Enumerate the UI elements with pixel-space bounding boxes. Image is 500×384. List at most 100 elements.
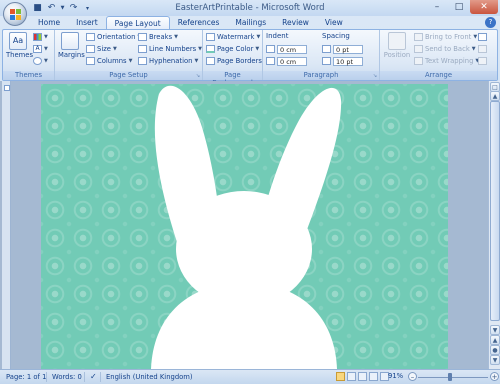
tab-review[interactable]: Review bbox=[274, 16, 317, 29]
hyphenation-button[interactable]: Hyphenation ▼ bbox=[138, 56, 198, 66]
position-label: Position bbox=[383, 51, 411, 59]
send-to-back-button[interactable]: Send to Back ▼ bbox=[414, 44, 476, 54]
paragraph-launcher-icon[interactable]: ↘ bbox=[372, 73, 378, 79]
orientation-button[interactable]: Orientation▼ bbox=[86, 32, 141, 42]
columns-label: Columns bbox=[97, 57, 127, 65]
page-setup-launcher-icon[interactable]: ↘ bbox=[195, 73, 201, 79]
breaks-button[interactable]: Breaks ▼ bbox=[138, 32, 178, 42]
text-wrapping-button[interactable]: Text Wrapping▼ bbox=[414, 56, 479, 66]
indent-right-input[interactable]: 0 cm bbox=[277, 56, 307, 66]
word-count[interactable]: Words: 0 bbox=[52, 373, 82, 381]
tab-home[interactable]: Home bbox=[30, 16, 68, 29]
scroll-up-icon[interactable]: ▲ bbox=[490, 91, 500, 101]
margins-icon bbox=[61, 32, 79, 50]
customize-qat-icon[interactable]: ▾ bbox=[82, 3, 93, 14]
page-color-icon bbox=[206, 45, 215, 53]
size-button[interactable]: Size ▼ bbox=[86, 44, 117, 54]
select-browse-object-icon[interactable]: ● bbox=[490, 345, 500, 355]
spacing-after-icon bbox=[322, 57, 331, 65]
minimize-button[interactable]: – bbox=[426, 0, 448, 14]
previous-page-icon[interactable]: ▲ bbox=[490, 335, 500, 345]
spacing-before-row: 0 pt bbox=[322, 44, 363, 54]
vertical-scrollbar[interactable]: □ ▲ ▼ ▲ ● ▼ bbox=[488, 81, 500, 369]
theme-colors-button[interactable]: ▼ bbox=[33, 32, 48, 42]
bring-to-front-button[interactable]: Bring to Front ▼ bbox=[414, 32, 477, 42]
tab-view[interactable]: View bbox=[317, 16, 351, 29]
scroll-thumb[interactable] bbox=[490, 101, 500, 321]
zoom-slider[interactable] bbox=[418, 377, 488, 378]
hyphenation-label: Hyphenation bbox=[149, 57, 193, 65]
spacing-header: Spacing bbox=[322, 32, 350, 40]
themes-group-label: Themes bbox=[3, 71, 54, 80]
document-page[interactable] bbox=[41, 84, 448, 369]
scroll-down-icon[interactable]: ▼ bbox=[490, 325, 500, 335]
zoom-out-icon[interactable]: – bbox=[408, 372, 417, 381]
redo-icon[interactable]: ↷ bbox=[68, 3, 79, 14]
maximize-button[interactable]: □ bbox=[448, 0, 470, 14]
page-background-group-label: Page Background bbox=[203, 71, 262, 87]
status-divider bbox=[84, 372, 85, 382]
status-bar: Page: 1 of 1 Words: 0 ✓ English (United … bbox=[0, 369, 500, 384]
close-button[interactable]: ✕ bbox=[470, 0, 498, 14]
page-color-button[interactable]: Page Color ▼ bbox=[206, 44, 259, 54]
page-setup-label: Page Setup bbox=[109, 71, 148, 79]
bring-to-front-label: Bring to Front bbox=[425, 33, 472, 41]
outline-view-icon[interactable] bbox=[369, 372, 378, 381]
tab-insert[interactable]: Insert bbox=[68, 16, 106, 29]
undo-dropdown-icon[interactable]: ▼ bbox=[60, 3, 65, 14]
margins-label: Margins bbox=[58, 51, 85, 59]
indent-left-icon bbox=[266, 45, 275, 53]
spacing-before-input[interactable]: 0 pt bbox=[333, 44, 363, 54]
watermark-icon bbox=[206, 33, 215, 41]
word-window: ■ ↶ ▼ ↷ ▾ EasterArtPrintable - Microsoft… bbox=[0, 0, 500, 384]
orientation-icon bbox=[86, 33, 95, 41]
indent-left-input[interactable]: 0 cm bbox=[277, 44, 307, 54]
group-button[interactable] bbox=[478, 44, 487, 54]
themes-button[interactable]: Aa Themes bbox=[6, 32, 33, 59]
page-color-label: Page Color bbox=[217, 45, 254, 53]
proofing-icon[interactable]: ✓ bbox=[90, 372, 97, 381]
title-bar: ■ ↶ ▼ ↷ ▾ EasterArtPrintable - Microsoft… bbox=[0, 0, 500, 16]
indent-left-row: 0 cm bbox=[266, 44, 307, 54]
next-page-icon[interactable]: ▼ bbox=[490, 355, 500, 365]
line-numbers-icon bbox=[138, 45, 147, 53]
office-button[interactable] bbox=[3, 2, 27, 26]
rotate-button[interactable] bbox=[478, 56, 487, 66]
position-button[interactable]: Position bbox=[382, 32, 412, 59]
tab-references[interactable]: References bbox=[170, 16, 228, 29]
page-borders-button[interactable]: Page Borders bbox=[206, 56, 262, 66]
tab-mailings[interactable]: Mailings bbox=[227, 16, 274, 29]
full-screen-reading-view-icon[interactable] bbox=[347, 372, 356, 381]
window-controls: – □ ✕ bbox=[426, 0, 498, 14]
page-setup-group: Margins Orientation▼ Size▼ Columns▼ Brea… bbox=[55, 30, 203, 80]
view-buttons bbox=[336, 372, 389, 381]
tab-page-layout[interactable]: Page Layout bbox=[105, 16, 170, 29]
save-icon[interactable]: ■ bbox=[32, 3, 43, 14]
indent-right-icon bbox=[266, 57, 275, 65]
line-numbers-label: Line Numbers bbox=[149, 45, 197, 53]
page-count[interactable]: Page: 1 of 1 bbox=[6, 373, 46, 381]
bunny-silhouette bbox=[151, 85, 342, 369]
theme-effects-button[interactable]: ▼ bbox=[33, 56, 48, 66]
web-layout-view-icon[interactable] bbox=[358, 372, 367, 381]
page-background-group: Watermark ▼ Page Color ▼ Page Borders Page… bbox=[203, 30, 263, 87]
themes-group: Aa Themes ▼ A ▼ ▼ Themes bbox=[3, 30, 55, 80]
help-icon[interactable]: ? bbox=[485, 17, 496, 28]
zoom-level[interactable]: 91% bbox=[388, 372, 403, 380]
line-numbers-button[interactable]: Line Numbers ▼ bbox=[138, 44, 202, 54]
watermark-button[interactable]: Watermark ▼ bbox=[206, 32, 260, 42]
theme-effects-icon bbox=[33, 57, 42, 65]
spacing-after-input[interactable]: 10 pt bbox=[333, 56, 363, 66]
columns-button[interactable]: Columns ▼ bbox=[86, 56, 132, 66]
size-icon bbox=[86, 45, 95, 53]
zoom-slider-thumb[interactable] bbox=[447, 373, 452, 381]
undo-icon[interactable]: ↶ bbox=[46, 3, 57, 14]
margins-button[interactable]: Margins bbox=[58, 32, 85, 59]
zoom-in-icon[interactable]: + bbox=[490, 372, 499, 381]
print-layout-view-icon[interactable] bbox=[336, 372, 345, 381]
group-icon bbox=[478, 45, 487, 53]
language[interactable]: English (United Kingdom) bbox=[106, 373, 193, 381]
align-button[interactable] bbox=[478, 32, 487, 42]
theme-fonts-button[interactable]: A ▼ bbox=[33, 44, 48, 54]
columns-icon bbox=[86, 57, 95, 65]
